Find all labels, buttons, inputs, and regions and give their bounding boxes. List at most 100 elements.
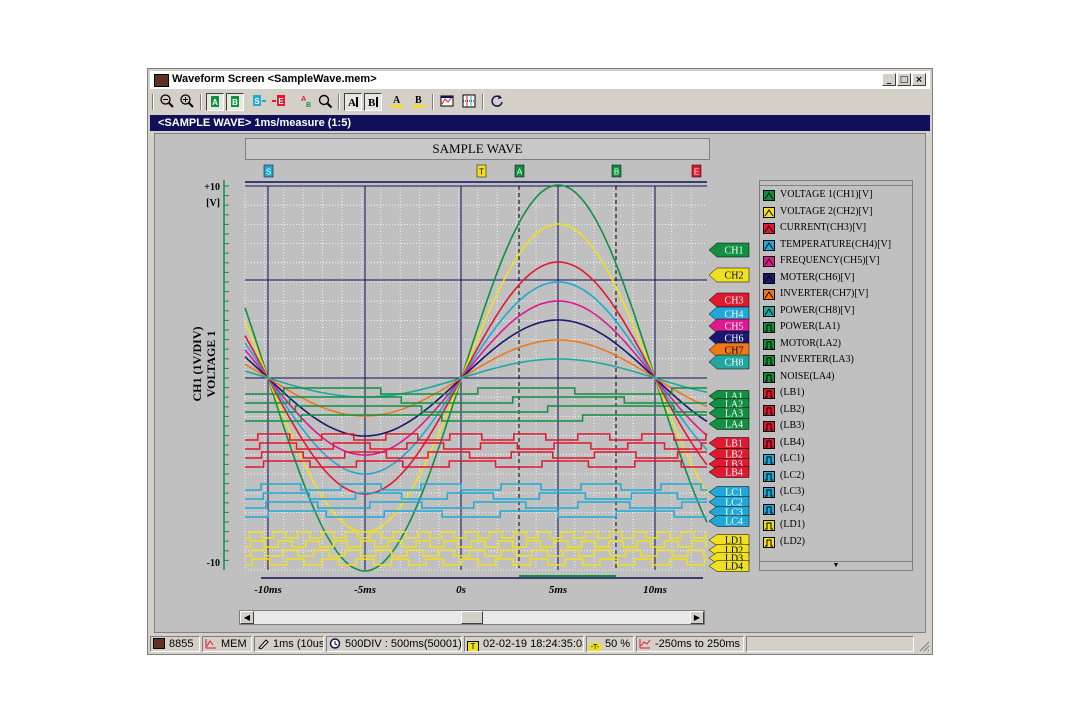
b-underline-icon[interactable]: B — [410, 93, 428, 111]
pen-icon — [257, 638, 269, 650]
close-button[interactable]: × — [912, 73, 926, 86]
tag-label: LC4 — [725, 517, 743, 528]
legend-swatch — [763, 520, 775, 531]
horizontal-scrollbar[interactable]: ◀ ▶ — [239, 610, 705, 625]
tag-label: CH8 — [725, 358, 744, 369]
memory-icon — [205, 638, 217, 649]
legend-scroll-down-icon[interactable]: ▼ — [760, 561, 912, 570]
legend-label: MOTER(CH6)[V] — [780, 271, 855, 283]
title-bar[interactable]: Waveform Screen <SampleWave.mem> _ □ × — [150, 71, 930, 89]
channel-tag-ch8: CH8 — [708, 354, 750, 370]
toolbar-separator — [482, 94, 484, 110]
legend-swatch — [763, 536, 775, 548]
legend-label: VOLTAGE 2(CH2)[V] — [780, 205, 873, 217]
svg-text:E: E — [278, 97, 284, 106]
legend-swatch — [763, 454, 775, 465]
svg-text:A: A — [212, 98, 218, 107]
legend-swatch — [763, 239, 775, 251]
marker-a: A — [514, 164, 525, 178]
y-axis-bottom-label: -10 — [207, 558, 220, 569]
status-div: 500DIV : 500ms(50001) — [326, 636, 462, 652]
y-axis-top-label: +10 — [204, 182, 220, 193]
legend-label: VOLTAGE 1(CH1)[V] — [780, 189, 873, 200]
legend-swatch — [763, 256, 775, 267]
scroll-right-button[interactable]: ▶ — [690, 611, 704, 624]
scroll-thumb[interactable] — [461, 611, 483, 624]
marker-label: B — [614, 168, 619, 177]
svg-text:A: A — [393, 95, 401, 106]
legend-swatch — [763, 421, 775, 432]
toolbar-separator — [200, 94, 202, 110]
channel-tag-lb1: LB1 — [708, 437, 750, 450]
legend-label: (LB4) — [780, 436, 805, 448]
grid-icon[interactable] — [460, 93, 478, 111]
legend-label: (LC4) — [780, 502, 805, 514]
tag-label: LB1 — [725, 439, 743, 450]
maximize-button[interactable]: □ — [897, 73, 911, 86]
trigger-icon: T — [467, 641, 479, 651]
legend-label: (LD1) — [780, 519, 805, 530]
channel-tag-ch3: CH3 — [708, 292, 750, 308]
x-tick-label: -5ms — [354, 584, 376, 596]
legend-swatch — [763, 470, 775, 482]
end-point-icon[interactable]: E — [270, 93, 288, 111]
marker-t: T — [476, 164, 487, 178]
app-icon — [154, 74, 169, 87]
legend-label: NOISE(LA4) — [780, 370, 835, 382]
start-point-icon[interactable]: S — [250, 93, 268, 111]
tag-label: LA4 — [725, 420, 743, 431]
marker-b: B — [611, 164, 622, 178]
status-mode: MEM — [202, 636, 252, 652]
legend-swatch — [763, 487, 775, 498]
status-bar: 8855 MEM 1ms (10us) 500DIV : 500ms(50001… — [148, 634, 932, 654]
marker-e: E — [691, 164, 702, 178]
a-underline-icon[interactable]: A — [388, 93, 406, 111]
y-axis-unit-label: [V] — [206, 198, 220, 209]
print-icon[interactable] — [438, 93, 456, 111]
refresh-icon[interactable] — [488, 93, 506, 111]
find-icon[interactable] — [316, 93, 334, 111]
legend-swatch — [763, 223, 775, 234]
legend-swatch — [763, 289, 775, 300]
legend-swatch — [763, 388, 775, 399]
tag-label: LA3 — [725, 409, 743, 420]
legend-label: FREQUENCY(CH5)[V] — [780, 255, 880, 266]
x-tick-label: 0s — [456, 584, 466, 596]
svg-text:S: S — [254, 97, 260, 106]
resize-grip-icon[interactable] — [918, 640, 930, 652]
channel-tag-lb4: LB4 — [708, 466, 750, 479]
legend-label: (LD2) — [780, 535, 805, 547]
legend-swatch — [763, 190, 775, 201]
svg-text:A: A — [348, 97, 356, 109]
waveform-window: Waveform Screen <SampleWave.mem> _ □ × A… — [147, 68, 933, 655]
legend-swatch — [763, 272, 775, 284]
x-tick-label: 5ms — [549, 584, 567, 596]
legend-label: CURRENT(CH3)[V] — [780, 222, 867, 233]
svg-text:B: B — [368, 97, 376, 109]
legend-swatch — [763, 371, 775, 383]
a-cursor-icon[interactable]: A — [344, 93, 362, 111]
legend-label: POWER(CH8)[V] — [780, 304, 855, 316]
legend-swatch — [763, 437, 775, 449]
legend-label: MOTOR(LA2) — [780, 337, 841, 349]
device-icon — [153, 638, 165, 649]
zoom-in-icon[interactable] — [178, 93, 196, 111]
status-pretrigger: -T- 50 % — [586, 636, 634, 652]
b-cursor-icon[interactable]: B — [364, 93, 382, 111]
marker-label: E — [694, 168, 699, 177]
channel-legend[interactable]: VOLTAGE 1(CH1)[V] VOLTAGE 2(CH2)[V] CURREN… — [759, 180, 913, 571]
cursor-a-icon[interactable]: A — [206, 93, 224, 111]
minimize-button[interactable]: _ — [882, 73, 896, 86]
tag-label: CH1 — [725, 246, 744, 257]
zoom-out-icon[interactable] — [158, 93, 176, 111]
status-model: 8855 — [150, 636, 200, 652]
cursor-b-icon[interactable]: B — [226, 93, 244, 111]
marker-label: S — [266, 168, 271, 177]
legend-label: (LC2) — [780, 469, 805, 481]
scroll-left-button[interactable]: ◀ — [240, 611, 254, 624]
tag-label: CH3 — [725, 296, 744, 307]
legend-swatch — [763, 322, 775, 333]
legend-label: POWER(LA1) — [780, 321, 840, 332]
ab-icon[interactable]: AB — [296, 93, 314, 111]
pretrigger-icon: -T- — [589, 643, 601, 651]
